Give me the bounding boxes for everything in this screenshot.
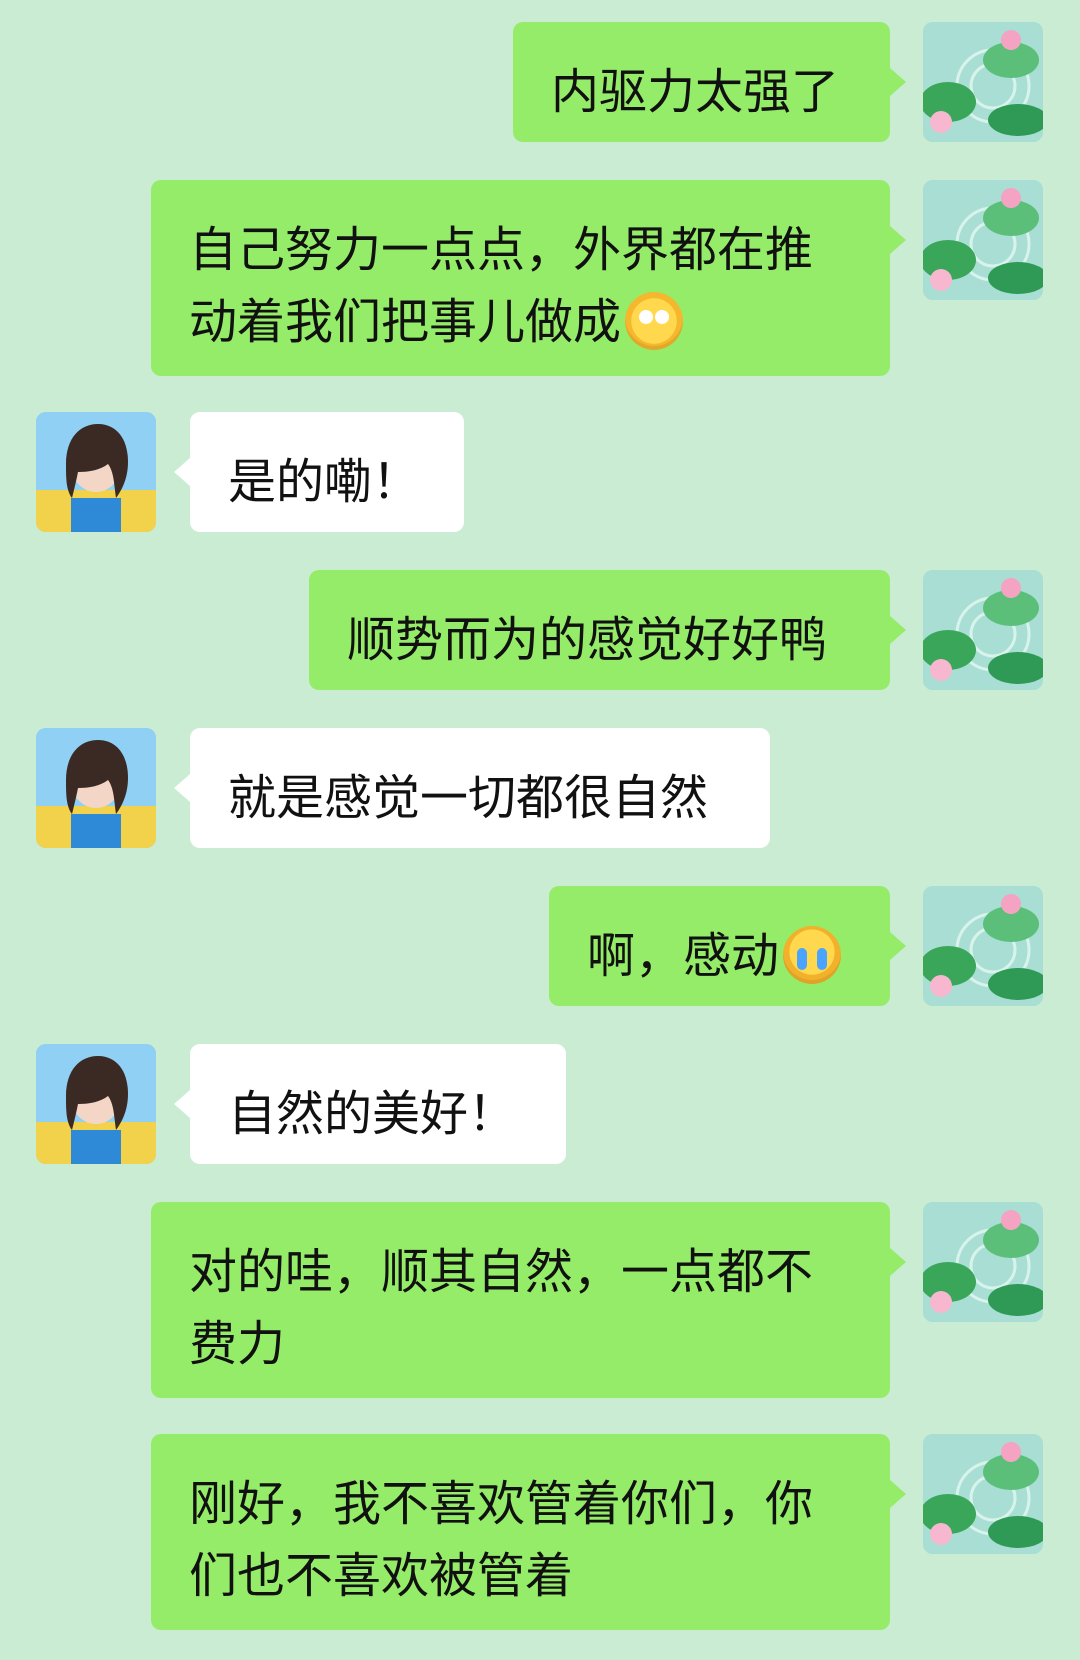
bubble-tail (890, 1480, 906, 1508)
message-bubble[interactable]: 刚好，我不喜欢管着你们，你们也不喜欢被管着 (151, 1434, 890, 1630)
chat-thread: 内驱力太强了 自己努力一点点，外界都在推动着我们把事儿做成 是的嘞！ 顺势而为的… (0, 0, 1080, 1660)
message-text: 对的哇，顺其自然，一点都不费力 (189, 1244, 814, 1372)
message-text: 啊，感动 (587, 928, 780, 984)
message-text: 就是感觉一切都很自然 (228, 770, 709, 826)
message-row: 刚好，我不喜欢管着你们，你们也不喜欢被管着 (0, 1434, 1080, 1630)
message-row: 顺势而为的感觉好好鸭 (0, 570, 1080, 690)
bubble-tail (890, 616, 906, 644)
message-text: 是的嘞！ (228, 454, 421, 510)
message-row: 自己努力一点点，外界都在推动着我们把事儿做成 (0, 180, 1080, 376)
lotus-pond-avatar-icon[interactable] (923, 180, 1043, 300)
bubble-tail (174, 774, 190, 802)
bubble-tail (890, 68, 906, 96)
bubble-tail (174, 1090, 190, 1118)
crying-face-emoji-icon (783, 926, 842, 984)
message-bubble[interactable]: 自然的美好！ (190, 1044, 566, 1164)
starry-eyed-emoji-icon (625, 292, 684, 350)
message-row: 内驱力太强了 (0, 22, 1080, 142)
message-row: 就是感觉一切都很自然 (0, 728, 1080, 848)
bubble-tail (890, 932, 906, 960)
message-text: 自己努力一点点，外界都在推动着我们把事儿做成 (189, 222, 814, 350)
bubble-tail (174, 458, 190, 486)
girl-portrait-avatar-icon[interactable] (36, 728, 156, 848)
message-bubble[interactable]: 顺势而为的感觉好好鸭 (309, 570, 890, 690)
message-text: 自然的美好！ (228, 1086, 517, 1142)
message-row: 啊，感动 (0, 886, 1080, 1006)
bubble-tail (890, 1248, 906, 1276)
message-bubble[interactable]: 内驱力太强了 (513, 22, 890, 142)
girl-portrait-avatar-icon[interactable] (36, 412, 156, 532)
lotus-pond-avatar-icon[interactable] (923, 886, 1043, 1006)
message-row: 对的哇，顺其自然，一点都不费力 (0, 1202, 1080, 1398)
message-bubble[interactable]: 对的哇，顺其自然，一点都不费力 (151, 1202, 890, 1398)
lotus-pond-avatar-icon[interactable] (923, 1434, 1043, 1554)
message-bubble[interactable]: 就是感觉一切都很自然 (190, 728, 770, 848)
message-text: 刚好，我不喜欢管着你们，你们也不喜欢被管着 (189, 1476, 814, 1604)
message-bubble[interactable]: 自己努力一点点，外界都在推动着我们把事儿做成 (151, 180, 890, 376)
message-row: 自然的美好！ (0, 1044, 1080, 1164)
message-text: 内驱力太强了 (551, 64, 840, 120)
girl-portrait-avatar-icon[interactable] (36, 1044, 156, 1164)
message-bubble[interactable]: 啊，感动 (549, 886, 890, 1006)
message-text: 顺势而为的感觉好好鸭 (347, 612, 828, 668)
lotus-pond-avatar-icon[interactable] (923, 570, 1043, 690)
lotus-pond-avatar-icon[interactable] (923, 22, 1043, 142)
message-bubble[interactable]: 是的嘞！ (190, 412, 464, 532)
message-row: 是的嘞！ (0, 412, 1080, 532)
lotus-pond-avatar-icon[interactable] (923, 1202, 1043, 1322)
bubble-tail (890, 226, 906, 254)
